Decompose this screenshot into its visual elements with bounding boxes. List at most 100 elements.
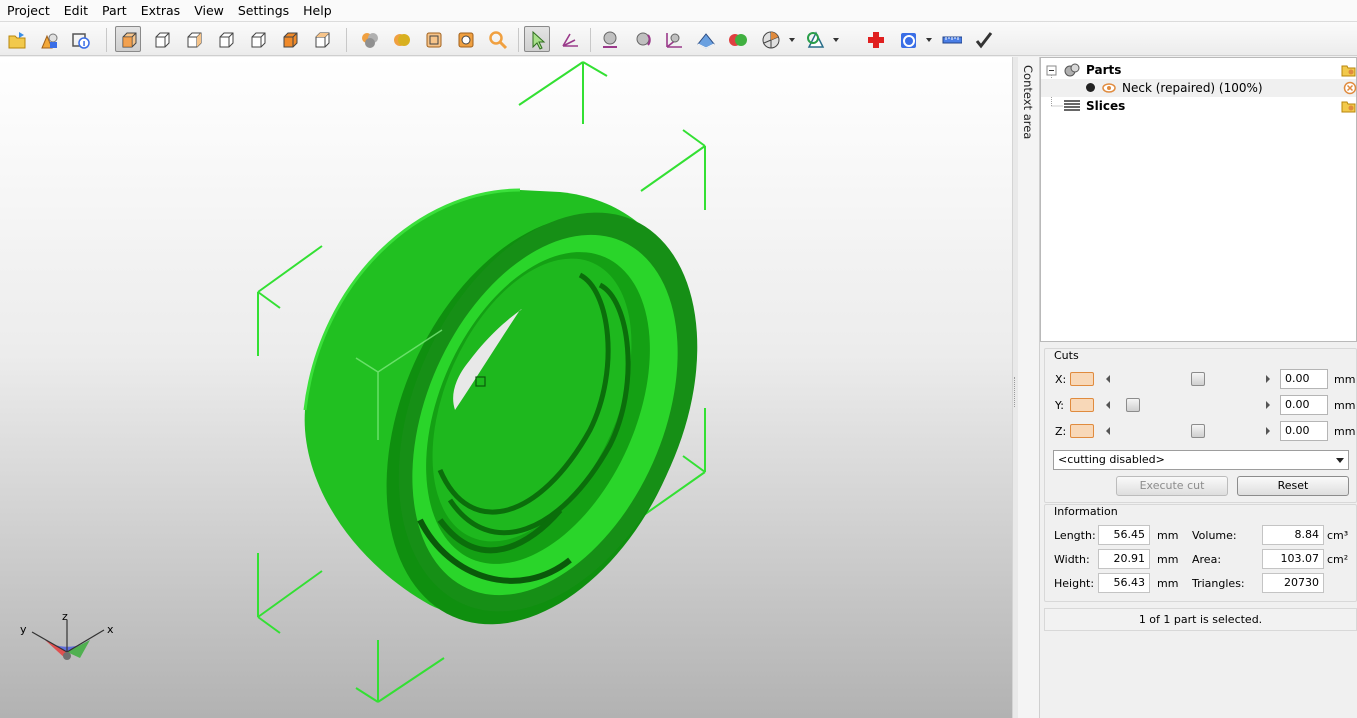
cut-x-slider-thumb[interactable] <box>1191 372 1206 386</box>
render-points-icon <box>362 33 378 48</box>
cut-z-color-toggle[interactable] <box>1070 424 1094 438</box>
menu-settings[interactable]: Settings <box>231 0 296 22</box>
select-icon <box>532 30 546 50</box>
sphere-button[interactable] <box>596 26 622 52</box>
folder-open-icon[interactable] <box>1341 63 1357 77</box>
tree-part-row[interactable]: Neck (repaired) (100%) <box>1041 79 1357 97</box>
tree-parts-row[interactable]: Parts <box>1041 61 1356 79</box>
selection-status: 1 of 1 part is selected. <box>1044 608 1357 631</box>
view-front-button[interactable] <box>148 26 174 52</box>
menu-view[interactable]: View <box>187 0 231 22</box>
menu-help[interactable]: Help <box>296 0 339 22</box>
reset-button[interactable]: Reset <box>1237 476 1349 496</box>
render-shaded-button[interactable] <box>388 26 414 52</box>
rotate-icon <box>636 32 651 46</box>
length-value: 56.45 <box>1098 525 1150 545</box>
menu-project[interactable]: Project <box>0 0 57 22</box>
confirm-button[interactable] <box>970 26 996 52</box>
checkmark-icon <box>975 32 993 49</box>
cut-y-color-toggle[interactable] <box>1070 398 1094 412</box>
view-right-button[interactable] <box>244 26 270 52</box>
axis-z-label: z <box>62 610 68 623</box>
cut-z-value[interactable]: 0.00 <box>1280 421 1328 441</box>
move-axis-icon <box>562 33 578 47</box>
section-button[interactable] <box>757 26 783 52</box>
rotate-button[interactable] <box>630 26 656 52</box>
move-button[interactable] <box>660 26 686 52</box>
cut-x-color-toggle[interactable] <box>1070 372 1094 386</box>
area-value: 103.07 <box>1262 549 1324 569</box>
cuts-title: Cuts <box>1053 349 1080 362</box>
chevron-down-icon <box>1336 458 1344 463</box>
neck-part-model <box>303 188 698 625</box>
visibility-eye-icon[interactable] <box>1102 81 1116 95</box>
cut-x-slider[interactable] <box>1102 372 1274 386</box>
measure-cone-button[interactable] <box>802 26 828 52</box>
part-status-dot <box>1086 83 1095 92</box>
menu-extras[interactable]: Extras <box>134 0 188 22</box>
cut-x-unit: mm <box>1334 373 1356 386</box>
view-default-button[interactable] <box>115 26 141 52</box>
scene-canvas[interactable]: z y x <box>0 57 1012 718</box>
execute-cut-button[interactable]: Execute cut <box>1116 476 1228 496</box>
part-info-icon <box>72 33 90 49</box>
cut-y-slider[interactable] <box>1102 398 1274 412</box>
add-red-cross-icon <box>868 32 884 48</box>
part-tree: Parts Neck (repaired) (100%) Slices <box>1040 57 1357 342</box>
view-left-button[interactable] <box>212 26 238 52</box>
move-icon <box>666 33 682 48</box>
view-top-icon <box>283 32 298 48</box>
select-button[interactable] <box>524 26 550 52</box>
slider-right-arrow-icon[interactable] <box>1266 427 1270 435</box>
cut-z-slider[interactable] <box>1102 424 1274 438</box>
cut-z-slider-thumb[interactable] <box>1191 424 1206 438</box>
add-red-cross-button[interactable] <box>862 26 888 52</box>
ruler-button[interactable] <box>938 26 964 52</box>
scale-button[interactable] <box>692 26 718 52</box>
render-wireframe-button[interactable] <box>420 26 446 52</box>
move-axis-button[interactable] <box>556 26 582 52</box>
slider-left-arrow-icon[interactable] <box>1106 375 1110 383</box>
volume-unit: cm³ <box>1327 529 1349 542</box>
render-points-button[interactable] <box>356 26 382 52</box>
view-right-icon <box>251 32 266 48</box>
slider-right-arrow-icon[interactable] <box>1266 375 1270 383</box>
tree-slices-label: Slices <box>1086 99 1126 113</box>
remove-part-icon[interactable] <box>1343 81 1357 95</box>
render-shaded-wire-button[interactable] <box>452 26 478 52</box>
slider-left-arrow-icon[interactable] <box>1106 401 1110 409</box>
menu-bar: Project Edit Part Extras View Settings H… <box>0 0 1357 22</box>
open-project-button[interactable] <box>3 26 29 52</box>
view-bottom-button[interactable] <box>308 26 334 52</box>
slider-right-arrow-icon[interactable] <box>1266 401 1270 409</box>
3d-viewport[interactable]: z y x <box>0 57 1012 718</box>
menu-edit[interactable]: Edit <box>57 0 95 22</box>
cut-mode-value: <cutting disabled> <box>1058 453 1165 466</box>
view-top-button[interactable] <box>276 26 302 52</box>
boolean-button[interactable] <box>724 26 750 52</box>
cut-y-value[interactable]: 0.00 <box>1280 395 1328 415</box>
cut-mode-select[interactable]: <cutting disabled> <box>1053 450 1349 470</box>
cut-x-value[interactable]: 0.00 <box>1280 369 1328 389</box>
volume-label: Volume: <box>1192 529 1237 542</box>
area-unit: cm² <box>1327 553 1349 566</box>
triangles-value: 20730 <box>1262 573 1324 593</box>
volume-value: 8.84 <box>1262 525 1324 545</box>
tree-slices-row[interactable]: Slices <box>1041 97 1356 115</box>
render-shaded-icon <box>394 34 410 46</box>
slider-left-arrow-icon[interactable] <box>1106 427 1110 435</box>
folder-open-icon[interactable] <box>1341 99 1357 113</box>
part-info-button[interactable] <box>67 26 93 52</box>
add-part-icon <box>41 33 58 49</box>
zoom-button[interactable] <box>484 26 510 52</box>
view-back-button[interactable] <box>180 26 206 52</box>
cut-y-slider-thumb[interactable] <box>1126 398 1141 412</box>
add-part-button[interactable] <box>35 26 61 52</box>
repair-button[interactable] <box>895 26 921 52</box>
context-area-tab[interactable]: Context area <box>1018 57 1040 718</box>
slices-icon <box>1064 100 1080 111</box>
axis-y-label: y <box>20 623 27 636</box>
view-front-icon <box>155 32 170 48</box>
repair-icon <box>901 33 916 48</box>
menu-part[interactable]: Part <box>95 0 134 22</box>
